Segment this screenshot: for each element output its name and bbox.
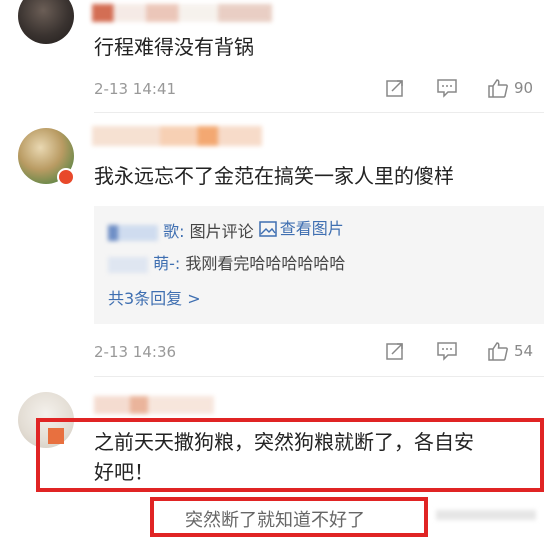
reply-username[interactable]: 萌-: — [153, 254, 180, 273]
share-icon — [386, 343, 403, 360]
reply-text: 突然断了就知道不好了 — [185, 510, 365, 531]
reply-username[interactable]: 歌: — [163, 222, 184, 241]
comment-button[interactable] — [436, 341, 458, 361]
reply-meta-redacted — [436, 510, 536, 520]
comment-text: 之前天天撒狗粮，突然狗粮就断了，各自安 — [94, 430, 474, 454]
more-replies-link[interactable]: 共3条回复 > — [108, 288, 201, 310]
reply-username-redacted — [108, 256, 148, 273]
like-icon — [488, 342, 508, 361]
like-button[interactable]: 90 — [487, 78, 533, 98]
username-redacted[interactable] — [94, 396, 214, 414]
reply-text: 图片评论 — [189, 222, 254, 241]
view-image-link[interactable]: 查看图片 — [258, 218, 344, 240]
share-icon — [386, 80, 403, 97]
comment-text-continued: 好吧！ — [94, 460, 154, 484]
image-icon — [258, 221, 277, 237]
like-button[interactable]: 54 — [487, 341, 533, 361]
reply-item[interactable]: 歌: 图片评论 查看图片 — [108, 218, 344, 243]
divider — [94, 376, 544, 377]
comment-icon — [437, 342, 457, 361]
verified-badge — [57, 168, 75, 186]
username-redacted[interactable] — [92, 126, 262, 146]
comment-timestamp: 2-13 14:41 — [94, 80, 177, 98]
reply-text: 我刚看完哈哈哈哈哈哈 — [185, 254, 346, 273]
share-button[interactable] — [385, 341, 405, 361]
like-count: 90 — [514, 79, 534, 97]
comment-timestamp: 2-13 14:36 — [94, 343, 177, 361]
username-redacted[interactable] — [92, 4, 272, 22]
reply-list: 歌: 图片评论 查看图片 萌-: 我刚看完哈哈哈哈哈哈 共3条回复 > — [94, 206, 544, 324]
comment-text: 我永远忘不了金范在搞笑一家人里的傻样 — [94, 164, 454, 188]
user-badge — [48, 428, 64, 444]
reply-username-redacted — [108, 224, 158, 241]
comment-button[interactable] — [436, 78, 458, 98]
view-image-label: 查看图片 — [279, 219, 344, 238]
like-icon — [488, 79, 508, 98]
comment-text: 行程难得没有背锅 — [94, 35, 254, 59]
share-button[interactable] — [385, 78, 405, 98]
comment-icon — [437, 79, 457, 98]
avatar[interactable] — [18, 0, 74, 44]
like-count: 54 — [514, 342, 534, 360]
reply-item[interactable]: 萌-: 我刚看完哈哈哈哈哈哈 — [108, 253, 345, 275]
divider — [94, 112, 544, 113]
